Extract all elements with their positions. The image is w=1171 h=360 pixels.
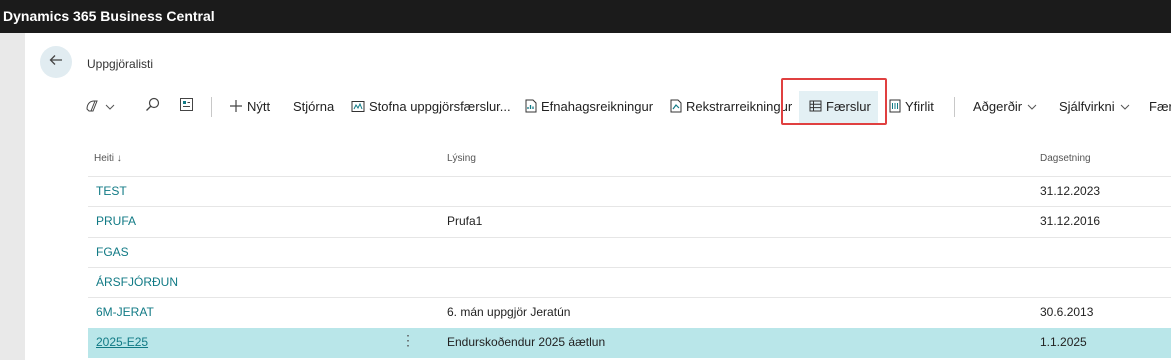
report-icon	[525, 99, 537, 113]
manage-button[interactable]: Stjórna	[293, 91, 334, 121]
column-header-description[interactable]: Lýsing	[447, 153, 476, 164]
top-bar: Dynamics 365 Business Central	[0, 0, 1171, 33]
row-name-link[interactable]: 2025-E25	[96, 335, 148, 349]
report-icon	[670, 99, 682, 113]
row-name-link[interactable]: FGAS	[96, 245, 129, 259]
copilot-icon	[85, 99, 101, 113]
actions-menu-label: Aðgerðir	[973, 98, 1023, 114]
page-container: Uppgjöralisti Nýtt Stjórna Stofna uppgjö…	[25, 33, 1171, 360]
analysis-icon	[179, 97, 194, 115]
chevron-down-icon	[1027, 99, 1037, 114]
create-entries-label: Stofna uppgjörsfærslur...	[369, 98, 511, 114]
actions-menu-button[interactable]: Aðgerðir	[973, 91, 1037, 121]
row-description: Prufa1	[447, 214, 483, 228]
row-name-link[interactable]: TEST	[96, 184, 127, 198]
overflow-label: Fær	[1149, 98, 1171, 114]
search-button[interactable]	[145, 91, 160, 121]
create-entries-button[interactable]: Stofna uppgjörsfærslur...	[351, 91, 511, 121]
row-date: 31.12.2016	[1040, 214, 1101, 228]
column-header-date[interactable]: Dagsetning	[1040, 153, 1091, 164]
row-description: 6. mán uppgjör Jeratún	[447, 305, 571, 319]
table-row[interactable]: ÁRSFJÓRÐUN	[88, 267, 1171, 297]
row-actions-menu-icon[interactable]: ⋮	[401, 332, 415, 349]
row-name-link[interactable]: ÁRSFJÓRÐUN	[96, 275, 178, 289]
balance-sheet-label: Efnahagsreikningur	[541, 98, 654, 114]
table-row[interactable]: PRUFA Prufa1 31.12.2016	[88, 206, 1171, 236]
table-row[interactable]: FGAS	[88, 237, 1171, 267]
row-name-link[interactable]: PRUFA	[96, 214, 136, 228]
overview-icon	[889, 99, 901, 113]
row-date: 30.6.2013	[1040, 305, 1094, 319]
copilot-menu-button[interactable]	[85, 91, 115, 121]
table-row[interactable]: TEST 31.12.2023	[88, 176, 1171, 206]
app-title: Dynamics 365 Business Central	[3, 8, 215, 24]
row-date: 1.1.2025	[1040, 335, 1087, 349]
row-date: 31.12.2023	[1040, 184, 1101, 198]
search-icon	[145, 97, 160, 115]
create-entries-icon	[351, 100, 365, 113]
balance-sheet-button[interactable]: Efnahagsreikningur	[525, 91, 653, 121]
new-label: Nýtt	[247, 98, 271, 114]
row-name-link[interactable]: 6M-JERAT	[96, 305, 154, 319]
automate-menu-button[interactable]: Sjálfvirkni	[1059, 91, 1130, 121]
table-row-selected[interactable]: 2025-E25 ⋮ Endurskoðendur 2025 áætlun 1.…	[88, 328, 1171, 358]
manage-label: Stjórna	[293, 98, 335, 114]
chevron-down-icon	[105, 99, 115, 114]
arrow-left-icon	[49, 53, 63, 72]
overview-button[interactable]: Yfirlit	[889, 91, 934, 121]
row-description: Endurskoðendur 2025 áætlun	[447, 335, 606, 349]
plus-icon	[229, 99, 243, 113]
overview-label: Yfirlit	[905, 98, 934, 114]
overflow-action[interactable]: Fær	[1149, 91, 1171, 121]
automate-menu-label: Sjálfvirkni	[1059, 98, 1115, 114]
income-statement-label: Rekstrarreikningur	[686, 98, 793, 114]
back-button[interactable]	[40, 46, 72, 78]
analysis-mode-button[interactable]	[179, 91, 194, 121]
new-button[interactable]: Nýtt	[229, 91, 270, 121]
income-statement-button[interactable]: Rekstrarreikningur	[670, 91, 792, 121]
page-title: Uppgjöralisti	[87, 57, 154, 71]
toolbar-divider	[954, 97, 955, 117]
column-header-name[interactable]: Heiti ↓	[94, 153, 122, 164]
chevron-down-icon	[1120, 99, 1130, 114]
action-bar: Nýtt Stjórna Stofna uppgjörsfærslur... E…	[25, 91, 1171, 121]
toolbar-divider	[211, 97, 212, 117]
annotation-highlight-box	[781, 78, 887, 125]
table-row[interactable]: 6M-JERAT 6. mán uppgjör Jeratún 30.6.201…	[88, 297, 1171, 327]
